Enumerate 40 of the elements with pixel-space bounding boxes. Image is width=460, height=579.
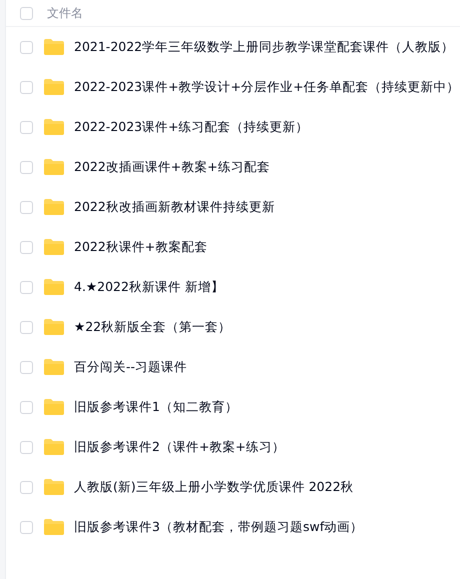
folder-icon bbox=[44, 239, 64, 255]
file-name[interactable]: 2021-2022学年三年级数学上册同步教学课堂配套课件（人教版） bbox=[74, 38, 454, 56]
folder-icon bbox=[44, 439, 64, 455]
checkbox[interactable] bbox=[20, 360, 33, 374]
file-name[interactable]: 旧版参考课件1（知二教育） bbox=[74, 398, 238, 416]
folder-icon bbox=[44, 119, 64, 135]
checkbox[interactable] bbox=[20, 80, 33, 94]
checkbox[interactable] bbox=[20, 280, 33, 294]
checkbox[interactable] bbox=[20, 440, 33, 454]
checkbox[interactable] bbox=[20, 480, 33, 494]
folder-icon bbox=[44, 159, 64, 175]
folder-icon bbox=[44, 279, 64, 295]
folder-icon bbox=[44, 399, 64, 415]
checkbox[interactable] bbox=[20, 320, 33, 334]
folder-icon bbox=[44, 39, 64, 55]
file-name[interactable]: 2022-2023课件+教学设计+分层作业+任务单配套（持续更新中） bbox=[74, 78, 460, 96]
checkbox[interactable] bbox=[20, 40, 33, 54]
file-name[interactable]: 旧版参考课件3（教材配套，带例题习题swf动画） bbox=[74, 518, 364, 536]
file-name[interactable]: 百分闯关--习题课件 bbox=[74, 358, 188, 376]
file-name[interactable]: 2022秋改插画新教材课件持续更新 bbox=[74, 198, 275, 216]
file-name[interactable]: 2022秋课件+教案配套 bbox=[74, 238, 208, 256]
checkbox[interactable] bbox=[20, 120, 33, 134]
checkbox[interactable] bbox=[20, 520, 33, 534]
folder-icon bbox=[44, 199, 64, 215]
file-name[interactable]: 2022-2023课件+练习配套（持续更新） bbox=[74, 118, 309, 136]
checkbox[interactable] bbox=[20, 240, 33, 254]
checkbox[interactable] bbox=[20, 6, 33, 20]
folder-icon bbox=[44, 359, 64, 375]
checkbox[interactable] bbox=[20, 160, 33, 174]
folder-icon bbox=[44, 319, 64, 335]
file-name[interactable]: 4.★2022秋新课件 新增】 bbox=[74, 278, 224, 296]
file-name[interactable]: 人教版(新)三年级上册小学数学优质课件 2022秋 bbox=[74, 478, 354, 496]
file-name[interactable]: ★22秋新版全套（第一套） bbox=[74, 318, 232, 336]
checkbox[interactable] bbox=[20, 200, 33, 214]
checkbox[interactable] bbox=[20, 400, 33, 414]
file-name[interactable]: 2022改插画课件+教案+练习配套 bbox=[74, 158, 270, 176]
folder-icon bbox=[44, 479, 64, 495]
file-name[interactable]: 旧版参考课件2（课件+教案+练习） bbox=[74, 438, 285, 456]
folder-icon bbox=[44, 79, 64, 95]
folder-icon bbox=[44, 519, 64, 535]
